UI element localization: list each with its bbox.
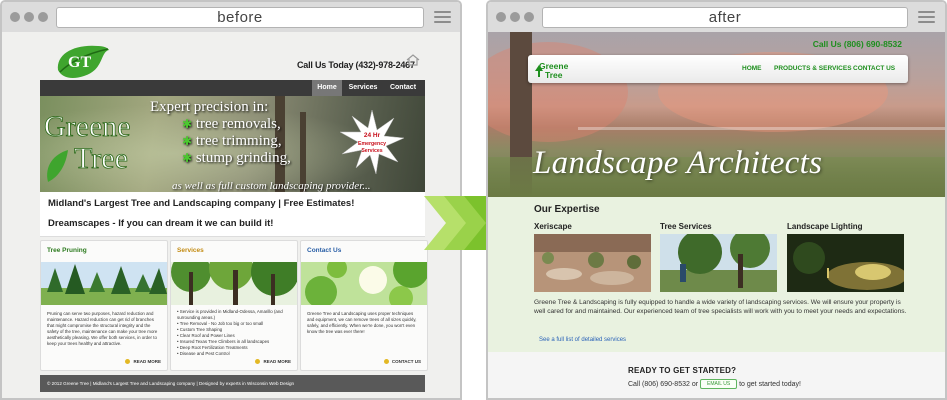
nav-contact-us[interactable]: CONTACT US — [853, 65, 895, 72]
banner-brand-line1: Greene — [44, 110, 131, 143]
cta-suffix: to get started today! — [739, 380, 801, 388]
card-title: Xeriscape — [534, 222, 572, 231]
landscape-lighting-card[interactable]: Landscape Lighting — [787, 222, 907, 297]
address-bar[interactable]: after — [542, 7, 908, 28]
tree-canopy-photo — [171, 262, 297, 305]
tagline-block: Midland's Largest Tree and Landscaping c… — [40, 192, 425, 237]
logo-text: GT — [68, 54, 91, 71]
intro-paragraph: Greene Tree & Landscaping is fully equip… — [534, 299, 907, 315]
phone-number[interactable]: Call Us (806) 690-8532 — [813, 39, 902, 49]
window-dot-icon — [10, 12, 20, 22]
forest-photo — [41, 262, 167, 305]
contact-column: Contact Us Greene Tree and Landscaping u… — [300, 240, 428, 371]
address-bar[interactable]: before — [56, 7, 424, 28]
tagline-sub: Dreamscapes - If you can dream it we can… — [48, 218, 274, 229]
banner-bullet: ✱ stump grinding, — [182, 150, 291, 166]
column-title: Tree Pruning — [47, 247, 87, 254]
emergency-starburst-badge[interactable]: 24 Hr Emergency Services — [340, 110, 404, 174]
nav-home[interactable]: Home — [312, 80, 342, 96]
burst-line2: Emergency — [358, 141, 386, 147]
main-nav: Greene Tree HOME PRODUCTS & SERVICES CON… — [528, 55, 908, 83]
cta-line: Call (806) 690-8532 or EMAIL US to get s… — [628, 379, 801, 389]
leaf-icon — [47, 150, 68, 182]
banner-expert-text: Expert precision in: — [150, 99, 269, 115]
list-item: • Disease and Pest Control — [177, 351, 230, 356]
nav-contact[interactable]: Contact — [384, 80, 422, 96]
after-browser-window: after Call Us (806) 690-8532 Greene Tree… — [486, 0, 947, 400]
xeriscape-card[interactable]: Xeriscape — [534, 222, 651, 297]
landscape-lighting-photo — [787, 234, 907, 292]
section-title: Our Expertise — [534, 204, 600, 215]
tree-services-card[interactable]: Tree Services — [660, 222, 777, 297]
services-list: • Service is provided in Midland-Odessa,… — [177, 309, 291, 357]
before-browser-window: before GT Call Us Today (432)-978-2467 H… — [0, 0, 462, 400]
window-dot-icon — [24, 12, 34, 22]
star-icon: ✱ — [182, 134, 193, 148]
card-title: Tree Services — [660, 222, 712, 231]
card-title: Landscape Lighting — [787, 222, 863, 231]
banner-subtext: as well as full custom landscaping provi… — [172, 180, 371, 192]
cta-prefix: Call (806) 690-8532 or — [628, 380, 699, 388]
greene-tree-logo[interactable]: Greene Tree — [533, 59, 579, 80]
tree-services-photo — [660, 228, 777, 292]
browser-chrome: before — [2, 2, 460, 32]
browser-chrome: after — [488, 2, 945, 32]
nav-products-services[interactable]: PRODUCTS & SERVICES — [774, 65, 852, 72]
banner-bullet: ✱ tree removals, — [182, 116, 281, 132]
tagline-main: Midland's Largest Tree and Landscaping c… — [48, 198, 355, 209]
banner-brand-mark: Greene Tree — [44, 110, 131, 182]
hero-banner: Greene Tree Expert precision in: ✱ tree … — [40, 96, 425, 192]
read-more-link[interactable]: READ MORE — [125, 359, 161, 364]
read-more-link[interactable]: READ MORE — [255, 359, 291, 364]
column-text: Pruning can serve two purposes, hazard r… — [47, 311, 158, 346]
logo-line2: Tree — [545, 70, 563, 80]
after-viewport: Call Us (806) 690-8532 Greene Tree HOME … — [488, 32, 945, 398]
site-footer: © 2012 Greene Tree | Midland's Largest T… — [40, 375, 425, 392]
banner-bullet: ✱ tree trimming, — [182, 133, 282, 149]
before-viewport: GT Call Us Today (432)-978-2467 Home Ser… — [2, 32, 460, 398]
window-dot-icon — [496, 12, 506, 22]
home-icon[interactable] — [406, 54, 420, 66]
star-icon: ✱ — [182, 117, 193, 131]
window-dot-icon — [524, 12, 534, 22]
nav-home[interactable]: HOME — [742, 65, 762, 72]
burst-line1: 24 Hr — [364, 132, 381, 139]
hero-headline: Landscape Architects — [533, 145, 823, 181]
list-item: • Service is provided in Midland-Odessa,… — [177, 309, 283, 320]
column-text: Greene Tree and Landscaping uses proper … — [307, 311, 417, 334]
cta-section: READY TO GET STARTED? Call (806) 690-853… — [488, 352, 945, 398]
menu-icon[interactable] — [434, 11, 451, 23]
contact-us-link[interactable]: CONTACT US — [384, 359, 421, 364]
menu-icon[interactable] — [918, 11, 935, 23]
banner-brand-line2: Tree — [74, 142, 128, 175]
services-link[interactable]: See a full list of detailed services — [539, 337, 626, 343]
tree-pruning-column: Tree Pruning Pruning can serve two purpo… — [40, 240, 168, 371]
column-title: Services — [177, 247, 204, 254]
cta-title: READY TO GET STARTED? — [628, 366, 737, 375]
phone-number[interactable]: Call Us Today (432)-978-2467 — [297, 60, 415, 70]
services-column: Services • Service is provided in Midlan… — [170, 240, 298, 371]
burst-line3: Services — [361, 148, 382, 154]
email-us-button[interactable]: EMAIL US — [700, 379, 738, 389]
xeriscape-photo — [534, 234, 651, 292]
hero-image: Call Us (806) 690-8532 Greene Tree HOME … — [488, 32, 945, 197]
column-title: Contact Us — [307, 247, 342, 254]
nav-services[interactable]: Services — [344, 80, 382, 96]
main-nav: Home Services Contact — [40, 80, 425, 96]
sunlit-leaves-photo — [301, 262, 427, 305]
greene-tree-leaf-logo[interactable]: GT — [54, 40, 110, 80]
window-dot-icon — [38, 12, 48, 22]
star-icon: ✱ — [182, 151, 193, 165]
window-dot-icon — [510, 12, 520, 22]
